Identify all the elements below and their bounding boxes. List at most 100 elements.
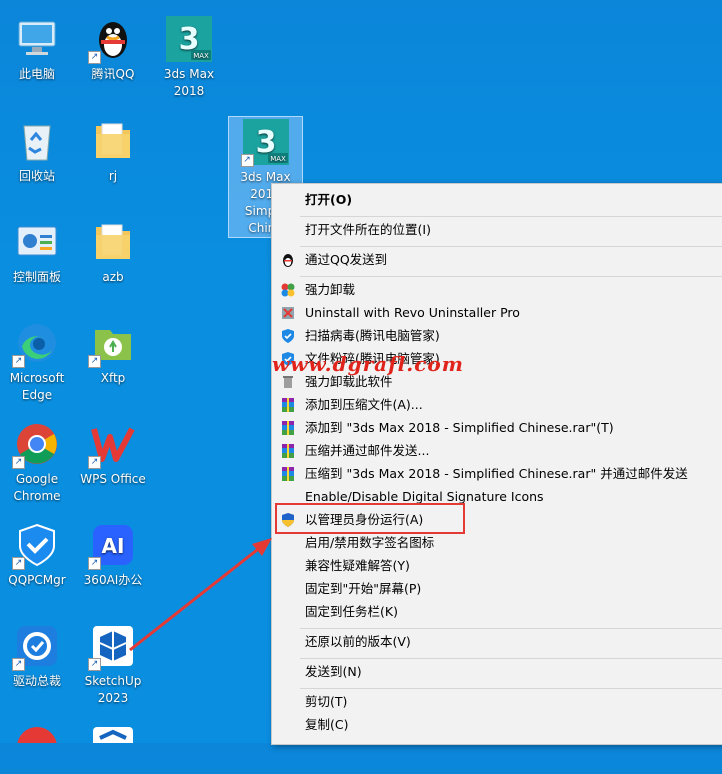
desktop-icon-partial[interactable] bbox=[1, 724, 73, 774]
menu-item-add-to-rar[interactable]: 添加到 "3ds Max 2018 - Simplified Chinese.r… bbox=[272, 417, 722, 439]
icon-label: 3ds Max 2018 bbox=[163, 67, 215, 98]
menu-item-digital-signature-cn[interactable]: 启用/禁用数字签名图标 bbox=[272, 532, 722, 554]
desktop-icon-xftp[interactable]: ↗ Xftp bbox=[77, 320, 149, 387]
menu-item-copy[interactable]: 复制(C) bbox=[272, 714, 722, 736]
desktop-icon-wps[interactable]: ↗ WPS Office bbox=[77, 421, 149, 488]
icon-label: 此电脑 bbox=[18, 67, 55, 81]
menu-label: 通过QQ发送到 bbox=[305, 252, 388, 267]
app-icon bbox=[14, 724, 60, 770]
icon-label: 腾讯QQ bbox=[91, 67, 135, 81]
winrar-icon bbox=[282, 398, 294, 412]
qqpcmgr-icon: ↗ bbox=[12, 522, 60, 570]
trash-icon bbox=[283, 376, 293, 388]
desktop-icon-qqpcmgr[interactable]: ↗ QQPCMgr bbox=[1, 522, 73, 589]
icon-label: WPS Office bbox=[80, 472, 146, 486]
menu-label: Enable/Disable Digital Signature Icons bbox=[305, 489, 544, 504]
menu-separator bbox=[300, 628, 722, 629]
wps-icon: ↗ bbox=[88, 421, 136, 469]
ai-office-icon: AI ↗ bbox=[88, 522, 136, 570]
desktop-icon-chrome[interactable]: ↗ Google Chrome bbox=[1, 421, 73, 505]
shortcut-arrow-icon: ↗ bbox=[240, 154, 254, 167]
control-panel-icon bbox=[14, 219, 60, 265]
menu-item-revo-uninstall[interactable]: Uninstall with Revo Uninstaller Pro bbox=[272, 302, 722, 324]
winrar-icon bbox=[282, 444, 294, 458]
menu-separator bbox=[300, 688, 722, 689]
desktop-icon-edge[interactable]: ↗ Microsoft Edge bbox=[1, 320, 73, 404]
menu-label: 打开(O) bbox=[305, 192, 353, 207]
menu-item-open-location[interactable]: 打开文件所在的位置(I) bbox=[272, 219, 722, 241]
qq-penguin-icon: ↗ bbox=[88, 16, 136, 64]
menu-item-restore-versions[interactable]: 还原以前的版本(V) bbox=[272, 631, 722, 653]
menu-item-force-uninstall[interactable]: 强力卸载 bbox=[272, 279, 722, 301]
desktop-icon-3dsmax[interactable]: 3 MAX 3ds Max 2018 bbox=[153, 16, 225, 100]
shortcut-arrow-icon: ↗ bbox=[12, 658, 25, 671]
shortcut-arrow-icon: ↗ bbox=[88, 456, 101, 469]
menu-label: 扫描病毒(腾讯电脑管家) bbox=[305, 328, 440, 343]
icon-label: QQPCMgr bbox=[8, 573, 66, 587]
menu-label: 打开文件所在的位置(I) bbox=[305, 222, 431, 237]
sketchup-icon: ↗ bbox=[88, 623, 136, 671]
shortcut-arrow-icon: ↗ bbox=[12, 355, 25, 368]
menu-item-compress-to-rar-email[interactable]: 压缩到 "3ds Max 2018 - Simplified Chinese.r… bbox=[272, 463, 722, 485]
desktop-icon-control-panel[interactable]: 控制面板 bbox=[1, 219, 73, 286]
menu-label: 兼容性疑难解答(Y) bbox=[305, 558, 410, 573]
app-icon bbox=[90, 724, 136, 770]
desktop-icon-rj-folder[interactable]: rj bbox=[77, 118, 149, 185]
menu-separator bbox=[300, 276, 722, 277]
menu-separator bbox=[300, 658, 722, 659]
desktop-icon-azb-folder[interactable]: azb bbox=[77, 219, 149, 286]
winrar-icon bbox=[282, 467, 294, 481]
menu-item-pin-taskbar[interactable]: 固定到任务栏(K) bbox=[272, 601, 722, 623]
menu-label: 还原以前的版本(V) bbox=[305, 634, 411, 649]
shortcut-arrow-icon: ↗ bbox=[88, 355, 101, 368]
desktop-icon-360ai[interactable]: AI ↗ 360AI办公 bbox=[77, 522, 149, 589]
menu-item-compatibility[interactable]: 兼容性疑难解答(Y) bbox=[272, 555, 722, 577]
shortcut-arrow-icon: ↗ bbox=[88, 658, 101, 671]
icon-label: rj bbox=[108, 169, 118, 183]
icon-label: Microsoft Edge bbox=[9, 371, 65, 402]
desktop-icon-sketchup[interactable]: ↗ SketchUp 2023 bbox=[77, 623, 149, 707]
menu-item-send-to[interactable]: 发送到(N) bbox=[272, 661, 722, 683]
svg-text:AI: AI bbox=[102, 534, 125, 558]
menu-item-cut[interactable]: 剪切(T) bbox=[272, 691, 722, 713]
shield-icon bbox=[282, 329, 294, 343]
qq-icon bbox=[283, 254, 293, 267]
svg-text:MAX: MAX bbox=[270, 155, 286, 163]
desktop-icon-this-pc[interactable]: 此电脑 bbox=[1, 16, 73, 83]
context-menu: 打开(O) 打开文件所在的位置(I) 通过QQ发送到 强力卸载 Uninstal… bbox=[271, 183, 722, 745]
menu-label: 添加到 "3ds Max 2018 - Simplified Chinese.r… bbox=[305, 420, 614, 435]
desktop-icon-driver[interactable]: ↗ 驱动总裁 bbox=[1, 623, 73, 690]
desktop-icon-recycle-bin[interactable]: 回收站 bbox=[1, 118, 73, 185]
menu-item-pin-start[interactable]: 固定到"开始"屏幕(P) bbox=[272, 578, 722, 600]
menu-label: Uninstall with Revo Uninstaller Pro bbox=[305, 305, 520, 320]
menu-separator bbox=[300, 216, 722, 217]
menu-item-scan-virus[interactable]: 扫描病毒(腾讯电脑管家) bbox=[272, 325, 722, 347]
menu-label: 固定到"开始"屏幕(P) bbox=[305, 581, 422, 596]
computer-icon bbox=[14, 16, 60, 62]
icon-label: Google Chrome bbox=[13, 472, 61, 503]
desktop-icon-partial-2[interactable] bbox=[77, 724, 149, 774]
folder-icon bbox=[90, 219, 136, 265]
menu-item-add-archive[interactable]: 添加到压缩文件(A)... bbox=[272, 394, 722, 416]
pinwheel-icon bbox=[281, 283, 295, 297]
menu-item-open[interactable]: 打开(O) bbox=[272, 189, 722, 211]
icon-label: 360AI办公 bbox=[83, 573, 143, 587]
3dsmax-icon: 3 MAX bbox=[166, 16, 212, 62]
menu-label: 强力卸载 bbox=[305, 282, 356, 297]
icon-label: 控制面板 bbox=[12, 270, 61, 284]
svg-text:MAX: MAX bbox=[193, 52, 209, 60]
winrar-icon bbox=[282, 421, 294, 435]
recycle-bin-icon bbox=[14, 118, 60, 164]
shortcut-arrow-icon: ↗ bbox=[12, 557, 25, 570]
icon-label: SketchUp 2023 bbox=[84, 674, 142, 705]
shortcut-arrow-icon: ↗ bbox=[88, 557, 101, 570]
desktop-icon-qq[interactable]: ↗ 腾讯QQ bbox=[77, 16, 149, 83]
menu-label: 压缩到 "3ds Max 2018 - Simplified Chinese.r… bbox=[305, 466, 688, 481]
highlight-box bbox=[275, 503, 465, 534]
menu-item-compress-email[interactable]: 压缩并通过邮件发送... bbox=[272, 440, 722, 462]
xftp-icon: ↗ bbox=[88, 320, 136, 368]
icon-label: Xftp bbox=[100, 371, 126, 385]
driver-icon: ↗ bbox=[12, 623, 60, 671]
icon-label: azb bbox=[102, 270, 124, 284]
menu-item-send-qq[interactable]: 通过QQ发送到 bbox=[272, 249, 722, 271]
